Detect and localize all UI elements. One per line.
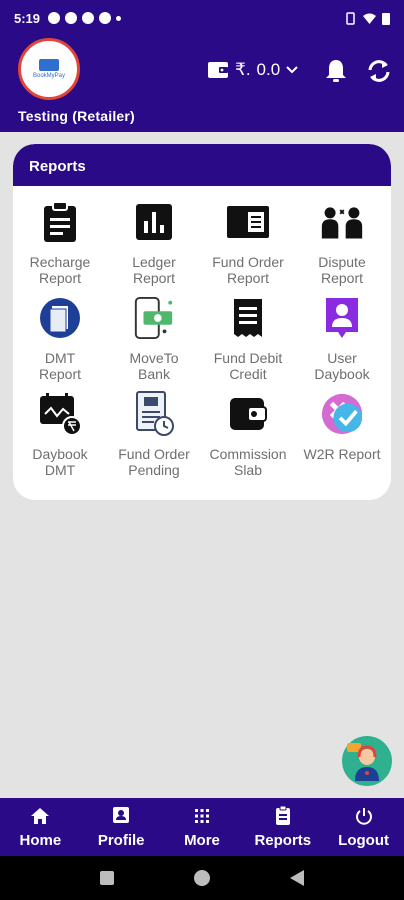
- report-tile-label: Recharge Report: [29, 254, 91, 286]
- wallet-currency: ₹.: [235, 60, 251, 79]
- report-icon: [275, 806, 290, 825]
- wifi-icon: [363, 13, 376, 24]
- receipt-icon: [234, 299, 262, 337]
- report-tile-label: User Daybook: [314, 350, 370, 382]
- reports-card: Reports Recharge Report Ledger Report Fu…: [13, 144, 391, 500]
- app-notification-icon: [65, 12, 78, 24]
- company-logo[interactable]: BookMyPay: [18, 38, 80, 100]
- dispute-icon: [321, 207, 363, 239]
- nav-logout[interactable]: Logout: [323, 798, 404, 856]
- support-chat-button[interactable]: [342, 736, 392, 786]
- report-tile-label: DMT Report: [38, 350, 82, 382]
- report-tile-label: Ledger Report: [132, 254, 176, 286]
- chevron-down-icon: [286, 66, 298, 74]
- wallet-icon: [208, 62, 228, 78]
- report-tile-label: Fund Order Report: [212, 254, 284, 286]
- report-tile-user-daybook[interactable]: User Daybook: [295, 292, 389, 388]
- nav-reports[interactable]: Reports: [242, 798, 323, 856]
- reports-grid: Recharge Report Ledger Report Fund Order…: [13, 196, 391, 484]
- nav-profile[interactable]: Profile: [81, 798, 162, 856]
- report-tile-fund-order[interactable]: Fund Order Report: [201, 196, 295, 292]
- status-time: 5:19: [14, 10, 41, 26]
- recents-icon[interactable]: [99, 870, 115, 886]
- bar-chart-icon: [136, 204, 172, 240]
- wallet-balance-dropdown[interactable]: ₹. 0.0: [207, 60, 298, 80]
- app-notification-icon: [48, 12, 61, 24]
- app-notification-icon: [82, 12, 95, 24]
- report-tile-fund-debit-credit[interactable]: Fund Debit Credit: [201, 292, 295, 388]
- report-tile-label: MoveTo Bank: [129, 350, 179, 382]
- mobile-money-icon: [134, 296, 173, 340]
- notification-icons: [48, 12, 122, 24]
- report-tile-commission-slab[interactable]: Commission Slab: [201, 388, 295, 484]
- home-icon: [31, 808, 50, 824]
- system-navigation-bar: [0, 856, 404, 900]
- report-tile-label: Fund Order Pending: [118, 446, 190, 478]
- logo-text: BookMyPay: [32, 73, 65, 79]
- clipboard-icon: [44, 201, 76, 242]
- report-tile-label: Fund Debit Credit: [213, 350, 283, 382]
- app-notification-icon: [99, 12, 112, 24]
- wallet-icon: [230, 398, 267, 430]
- notification-bell-icon[interactable]: [324, 58, 348, 84]
- report-tile-ledger[interactable]: Ledger Report: [107, 196, 201, 292]
- user-badge-icon: [326, 298, 358, 338]
- reports-card-title: Reports: [13, 144, 391, 186]
- w2r-icon: [321, 393, 363, 435]
- nav-label: More: [184, 832, 220, 849]
- home-circle-icon[interactable]: [193, 869, 211, 887]
- report-tile-dispute[interactable]: Dispute Report: [295, 196, 389, 292]
- report-tile-label: W2R Report: [303, 446, 381, 462]
- report-tile-label: Daybook DMT: [32, 446, 88, 478]
- report-tile-recharge[interactable]: Recharge Report: [13, 196, 107, 292]
- report-tile-label: Dispute Report: [318, 254, 366, 286]
- report-tile-label: Commission Slab: [209, 446, 287, 478]
- vibrate-icon: [346, 11, 355, 25]
- nav-label: Reports: [254, 832, 312, 849]
- power-icon: [355, 808, 372, 825]
- report-tile-fund-order-pending[interactable]: Fund Order Pending: [107, 388, 201, 484]
- user-title: Testing (Retailer): [18, 108, 135, 124]
- logo-mark-icon: [39, 59, 59, 71]
- nav-more[interactable]: More: [162, 798, 243, 856]
- bottom-navigation: Home Profile More Reports Logout: [0, 798, 404, 856]
- report-tile-move-to-bank[interactable]: MoveTo Bank: [107, 292, 201, 388]
- status-bar: 5:19: [0, 0, 404, 36]
- back-icon[interactable]: [289, 869, 305, 887]
- nav-label: Profile: [97, 832, 145, 849]
- report-tile-dmt[interactable]: DMT Report: [13, 292, 107, 388]
- grid-icon: [194, 809, 209, 823]
- more-notifications-icon: [116, 15, 122, 21]
- report-tile-daybook-dmt[interactable]: Daybook DMT: [13, 388, 107, 484]
- report-tile-w2r[interactable]: W2R Report: [295, 388, 389, 484]
- system-status-icons: [344, 11, 390, 25]
- app-header: BookMyPay Testing (Retailer) ₹. 0.0: [0, 36, 404, 132]
- refresh-icon[interactable]: [366, 58, 392, 84]
- pending-document-icon: [136, 391, 174, 436]
- nav-label: Home: [19, 832, 62, 849]
- battery-icon: [382, 12, 390, 25]
- document-circle-icon: [40, 298, 80, 338]
- calendar-rupee-icon: [40, 393, 82, 436]
- wallet-amount: 0.0: [256, 60, 281, 79]
- support-agent-icon: [347, 743, 379, 781]
- newspaper-icon: [227, 206, 269, 238]
- nav-label: Logout: [338, 832, 389, 849]
- profile-icon: [113, 807, 130, 823]
- nav-home[interactable]: Home: [0, 798, 81, 856]
